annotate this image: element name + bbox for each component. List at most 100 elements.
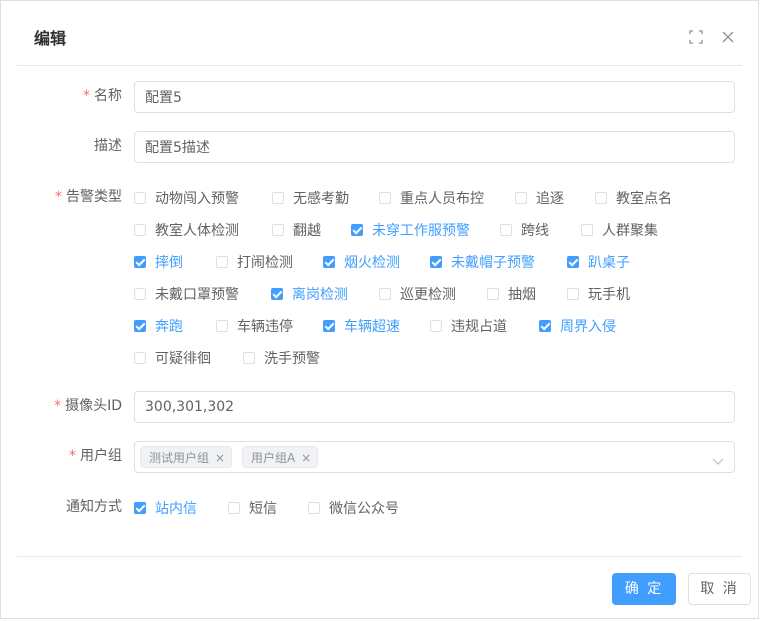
checkbox-checked-icon[interactable] [134,502,146,514]
checkbox-unchecked-icon[interactable] [134,224,146,236]
checkbox-17[interactable]: 巡更检测 [379,284,456,304]
checkbox-24[interactable]: 周界入侵 [539,316,616,336]
checkbox-20[interactable]: 奔跑 [134,316,183,336]
tag-close-icon[interactable]: × [301,447,311,469]
checkbox-unchecked-icon[interactable] [228,502,240,514]
confirm-button[interactable]: 确 定 [612,573,676,605]
checkbox-unchecked-icon[interactable] [272,224,284,236]
checkbox-22[interactable]: 车辆超速 [323,316,400,336]
checkbox-checked-icon[interactable] [323,256,335,268]
checkbox-label: 离岗检测 [292,287,348,303]
chevron-down-icon[interactable] [712,452,724,465]
checkbox-19[interactable]: 玩手机 [567,284,630,304]
checkbox-14[interactable]: 趴桌子 [567,252,630,272]
checkbox-label: 未戴口罩预警 [155,287,239,303]
checkbox-0[interactable]: 动物闯入预警 [134,188,239,208]
checkbox-unchecked-icon[interactable] [487,288,499,300]
notify-label: 通知方式 [66,499,122,515]
dialog-header: 编辑 [1,1,758,65]
camera-id-input[interactable] [134,391,735,423]
checkbox-1[interactable]: 无感考勤 [272,188,349,208]
checkbox-checked-icon[interactable] [134,320,146,332]
checkbox-unchecked-icon[interactable] [567,288,579,300]
checkbox-1[interactable]: 短信 [228,498,277,518]
checkbox-label: 摔倒 [155,255,183,271]
checkbox-label: 巡更检测 [400,287,456,303]
tag-label: 测试用户组 [149,451,210,465]
checkbox-label: 站内信 [155,501,197,517]
edit-dialog: 编辑 *名称 描述 *告警类型 动物闯入预警 无感考勤 重点人员布控 追逐 教室点名教室… [0,0,759,619]
name-input[interactable] [134,81,735,113]
tag-close-icon[interactable]: × [215,447,225,469]
checkbox-15[interactable]: 未戴口罩预警 [134,284,239,304]
checkbox-26[interactable]: 洗手预警 [243,348,320,368]
checkbox-10[interactable]: 摔倒 [134,252,183,272]
checkbox-label: 趴桌子 [588,255,630,271]
header-divider [17,65,742,66]
checkbox-checked-icon[interactable] [323,320,335,332]
user-group-select[interactable]: 测试用户组 × 用户组A × [134,441,735,473]
checkbox-unchecked-icon[interactable] [134,192,146,204]
checkbox-11[interactable]: 打闹检测 [216,252,293,272]
checkbox-checked-icon[interactable] [567,256,579,268]
checkbox-checked-icon[interactable] [271,288,283,300]
checkbox-unchecked-icon[interactable] [379,192,391,204]
checkbox-checked-icon[interactable] [134,256,146,268]
name-label: * 名称 [83,88,122,104]
checkbox-unchecked-icon[interactable] [595,192,607,204]
checkbox-checked-icon[interactable] [351,224,363,236]
checkbox-unchecked-icon[interactable] [500,224,512,236]
checkbox-8[interactable]: 跨线 [500,220,549,240]
user-group-tag: 测试用户组 × [140,446,233,469]
checkbox-18[interactable]: 抽烟 [487,284,536,304]
checkbox-2[interactable]: 重点人员布控 [379,188,484,208]
checkbox-unchecked-icon[interactable] [216,256,228,268]
checkbox-unchecked-icon[interactable] [515,192,527,204]
checkbox-label: 教室人体检测 [155,223,239,239]
checkbox-12[interactable]: 烟火检测 [323,252,400,272]
checkbox-unchecked-icon[interactable] [379,288,391,300]
checkbox-7[interactable]: 未穿工作服预警 [351,220,470,240]
checkbox-23[interactable]: 违规占道 [430,316,507,336]
checkbox-unchecked-icon[interactable] [243,352,255,364]
checkbox-label: 微信公众号 [329,501,399,517]
checkbox-2[interactable]: 微信公众号 [308,498,399,518]
cancel-button[interactable]: 取 消 [688,573,751,605]
description-input[interactable] [134,131,735,163]
checkbox-label: 动物闯入预警 [155,191,239,207]
checkbox-label: 洗手预警 [264,351,320,367]
checkbox-3[interactable]: 追逐 [515,188,564,208]
checkbox-9[interactable]: 人群聚集 [581,220,658,240]
checkbox-4[interactable]: 教室点名 [595,188,672,208]
checkbox-0[interactable]: 站内信 [134,498,197,518]
tag-label: 用户组A [251,451,296,465]
checkbox-unchecked-icon[interactable] [308,502,320,514]
checkbox-label: 违规占道 [451,319,507,335]
checkbox-25[interactable]: 可疑徘徊 [134,348,211,368]
checkbox-checked-icon[interactable] [430,256,442,268]
checkbox-label: 无感考勤 [293,191,349,207]
footer-divider [17,556,742,557]
checkbox-label: 车辆违停 [237,319,293,335]
checkbox-label: 抽烟 [508,287,536,303]
checkbox-label: 奔跑 [155,319,183,335]
checkbox-unchecked-icon[interactable] [134,352,146,364]
checkbox-5[interactable]: 教室人体检测 [134,220,239,240]
user-group-tag: 用户组A × [242,446,319,469]
checkbox-checked-icon[interactable] [539,320,551,332]
fullscreen-icon[interactable] [689,30,705,46]
checkbox-unchecked-icon[interactable] [134,288,146,300]
checkbox-6[interactable]: 翻越 [272,220,321,240]
close-icon[interactable] [721,30,737,46]
checkbox-21[interactable]: 车辆违停 [216,316,293,336]
checkbox-13[interactable]: 未戴帽子预警 [430,252,535,272]
user-group-label: * 用户组 [69,448,122,464]
checkbox-label: 重点人员布控 [400,191,484,207]
checkbox-label: 打闹检测 [237,255,293,271]
checkbox-unchecked-icon[interactable] [216,320,228,332]
checkbox-label: 玩手机 [588,287,630,303]
checkbox-16[interactable]: 离岗检测 [271,284,348,304]
checkbox-unchecked-icon[interactable] [430,320,442,332]
checkbox-unchecked-icon[interactable] [581,224,593,236]
checkbox-unchecked-icon[interactable] [272,192,284,204]
